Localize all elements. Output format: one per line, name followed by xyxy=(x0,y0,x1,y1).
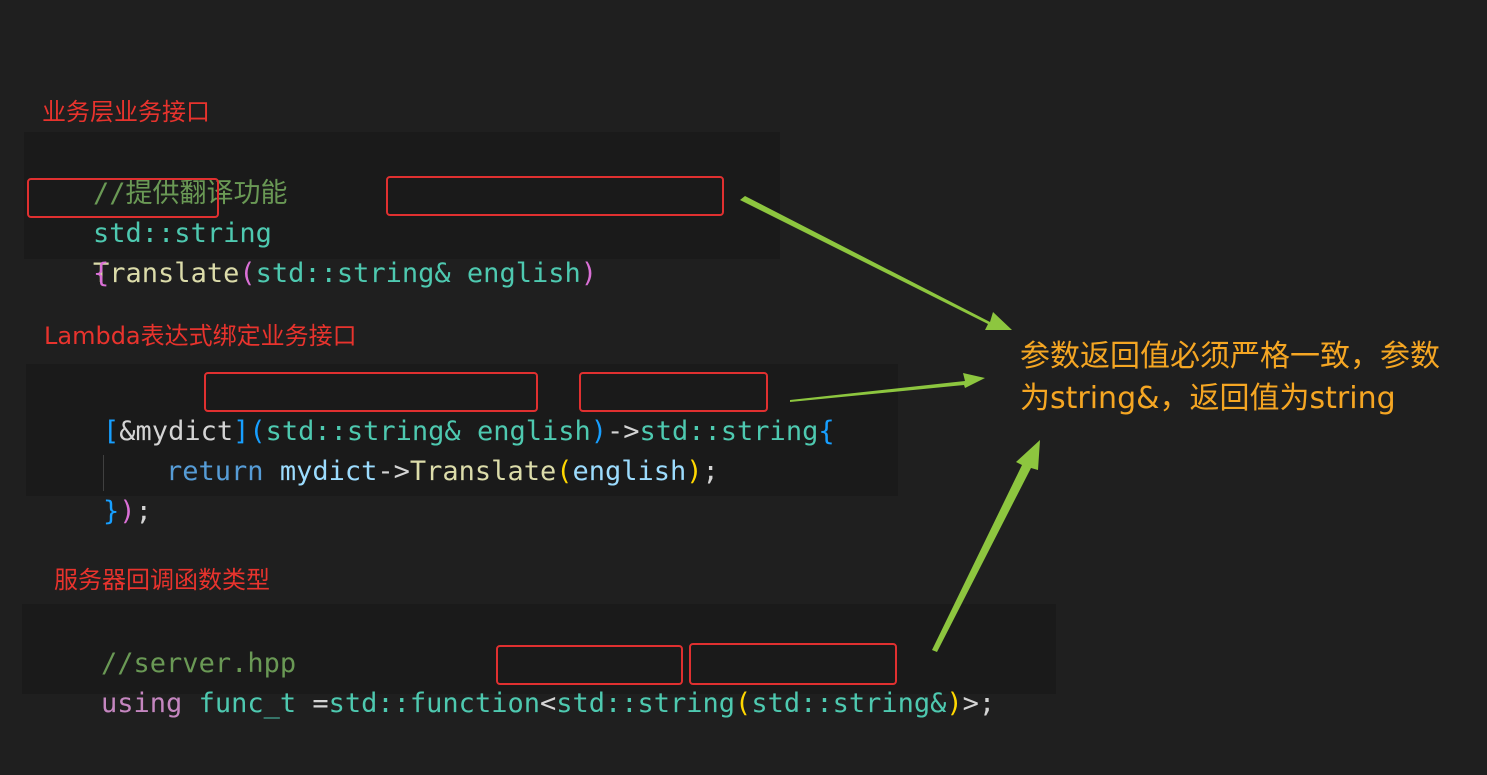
note-line-2: 为string&，返回值为string xyxy=(1020,381,1396,416)
arrow-from-translate xyxy=(740,196,1012,330)
consistency-note: 参数返回值必须严格一致，参数 为string&，返回值为string xyxy=(1020,336,1470,420)
note-line-1: 参数返回值必须严格一致，参数 xyxy=(1020,339,1440,374)
arrow-from-callback xyxy=(932,440,1040,652)
arrow-from-lambda xyxy=(790,373,985,402)
